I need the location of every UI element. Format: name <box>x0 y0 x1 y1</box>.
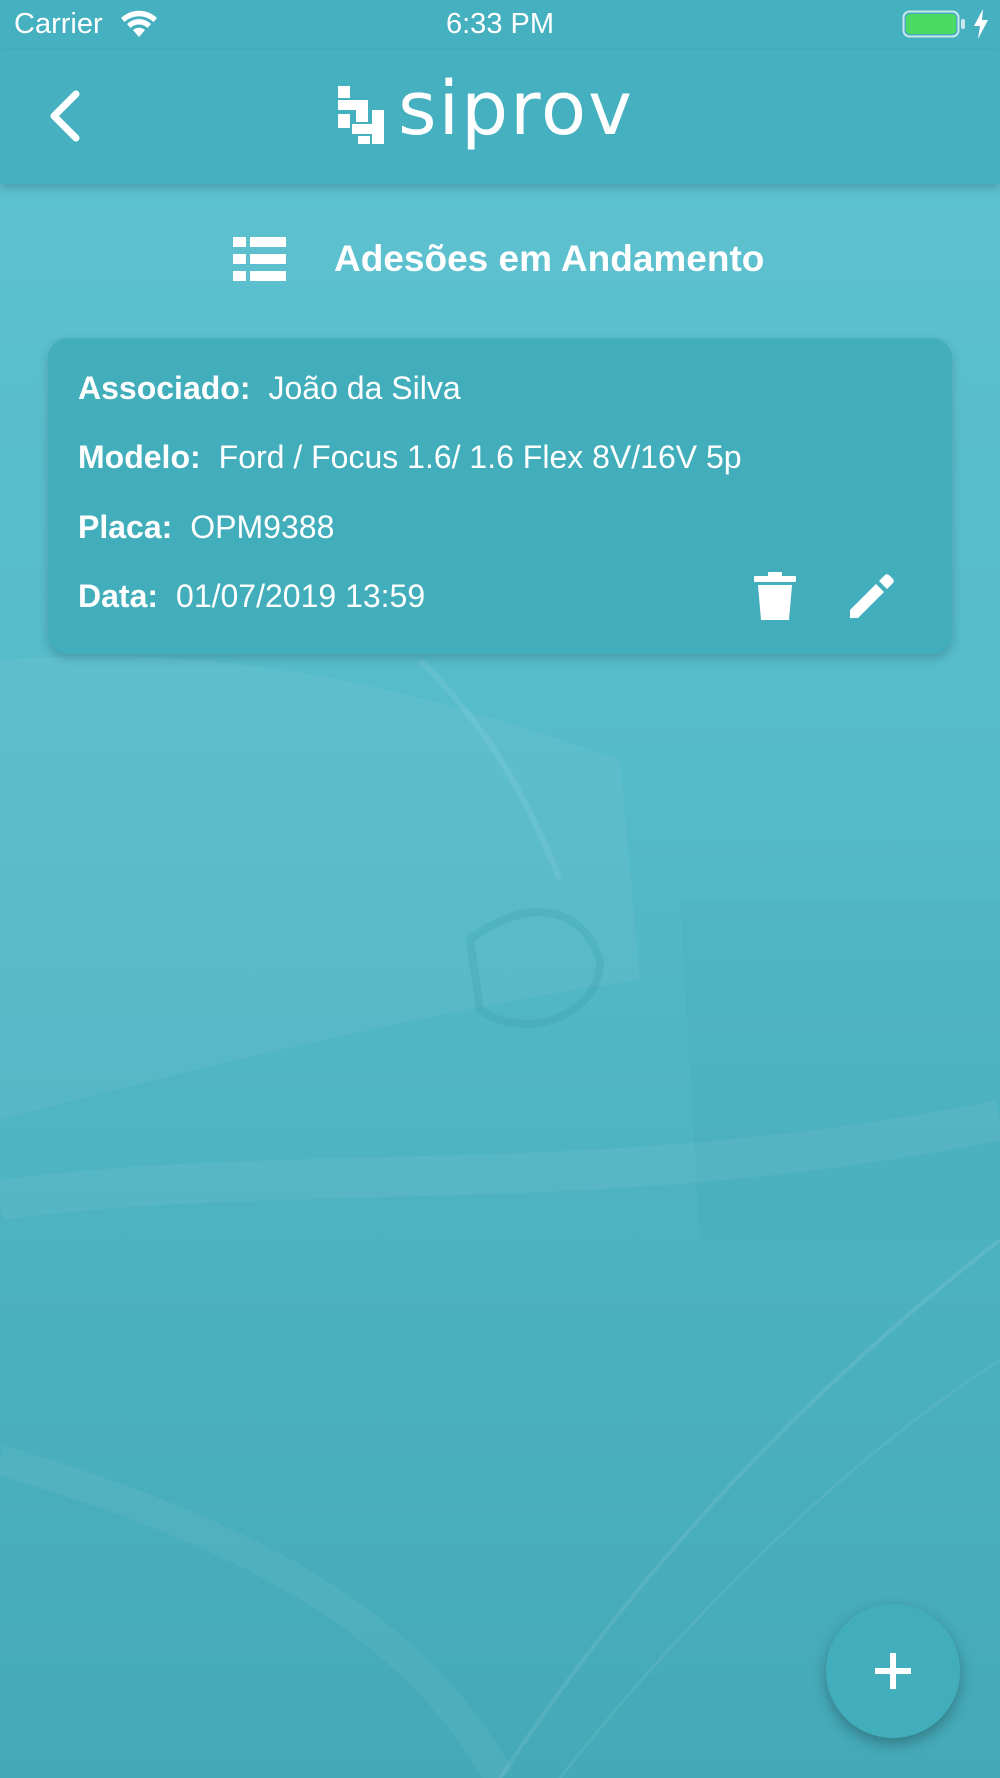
modelo-row: Modelo: Ford / Focus 1.6/ 1.6 Flex 8V/16V… <box>78 439 742 476</box>
trash-icon[interactable] <box>754 572 796 620</box>
data-label: Data: <box>78 578 159 614</box>
page-title: Adesões em Andamento <box>334 238 765 279</box>
data-value: 01/07/2019 13:59 <box>176 578 426 614</box>
membership-card[interactable]: Associado: João da Silva Modelo: Ford / Fo… <box>48 338 952 654</box>
placa-label: Placa: <box>78 509 173 545</box>
associado-label: Associado: <box>78 370 251 406</box>
status-bar: Carrier 6:33 PM <box>0 0 1000 50</box>
logo-mark-icon <box>338 86 384 144</box>
charging-icon <box>974 9 988 39</box>
plus-icon <box>875 1653 911 1689</box>
placa-row: Placa: OPM9388 <box>78 509 334 546</box>
siprov-logo: siprov <box>338 72 668 156</box>
associado-row: Associado: João da Silva <box>78 370 461 407</box>
battery-icon <box>902 10 965 38</box>
clock-label: 6:33 PM <box>446 8 554 40</box>
list-icon <box>233 237 286 281</box>
modelo-value: Ford / Focus 1.6/ 1.6 Flex 8V/16V 5p <box>218 439 742 475</box>
chevron-left-icon[interactable] <box>38 86 98 146</box>
add-button[interactable] <box>826 1604 960 1738</box>
navigation-bar: siprov <box>0 50 1000 184</box>
logo-text: siprov <box>398 66 634 152</box>
associado-value: João da Silva <box>268 370 461 406</box>
section-header: Adesões em Andamento <box>0 232 1000 286</box>
placa-value: OPM9388 <box>190 509 335 545</box>
data-row: Data: 01/07/2019 13:59 <box>78 578 425 615</box>
modelo-label: Modelo: <box>78 439 201 475</box>
edit-icon[interactable] <box>848 572 896 620</box>
